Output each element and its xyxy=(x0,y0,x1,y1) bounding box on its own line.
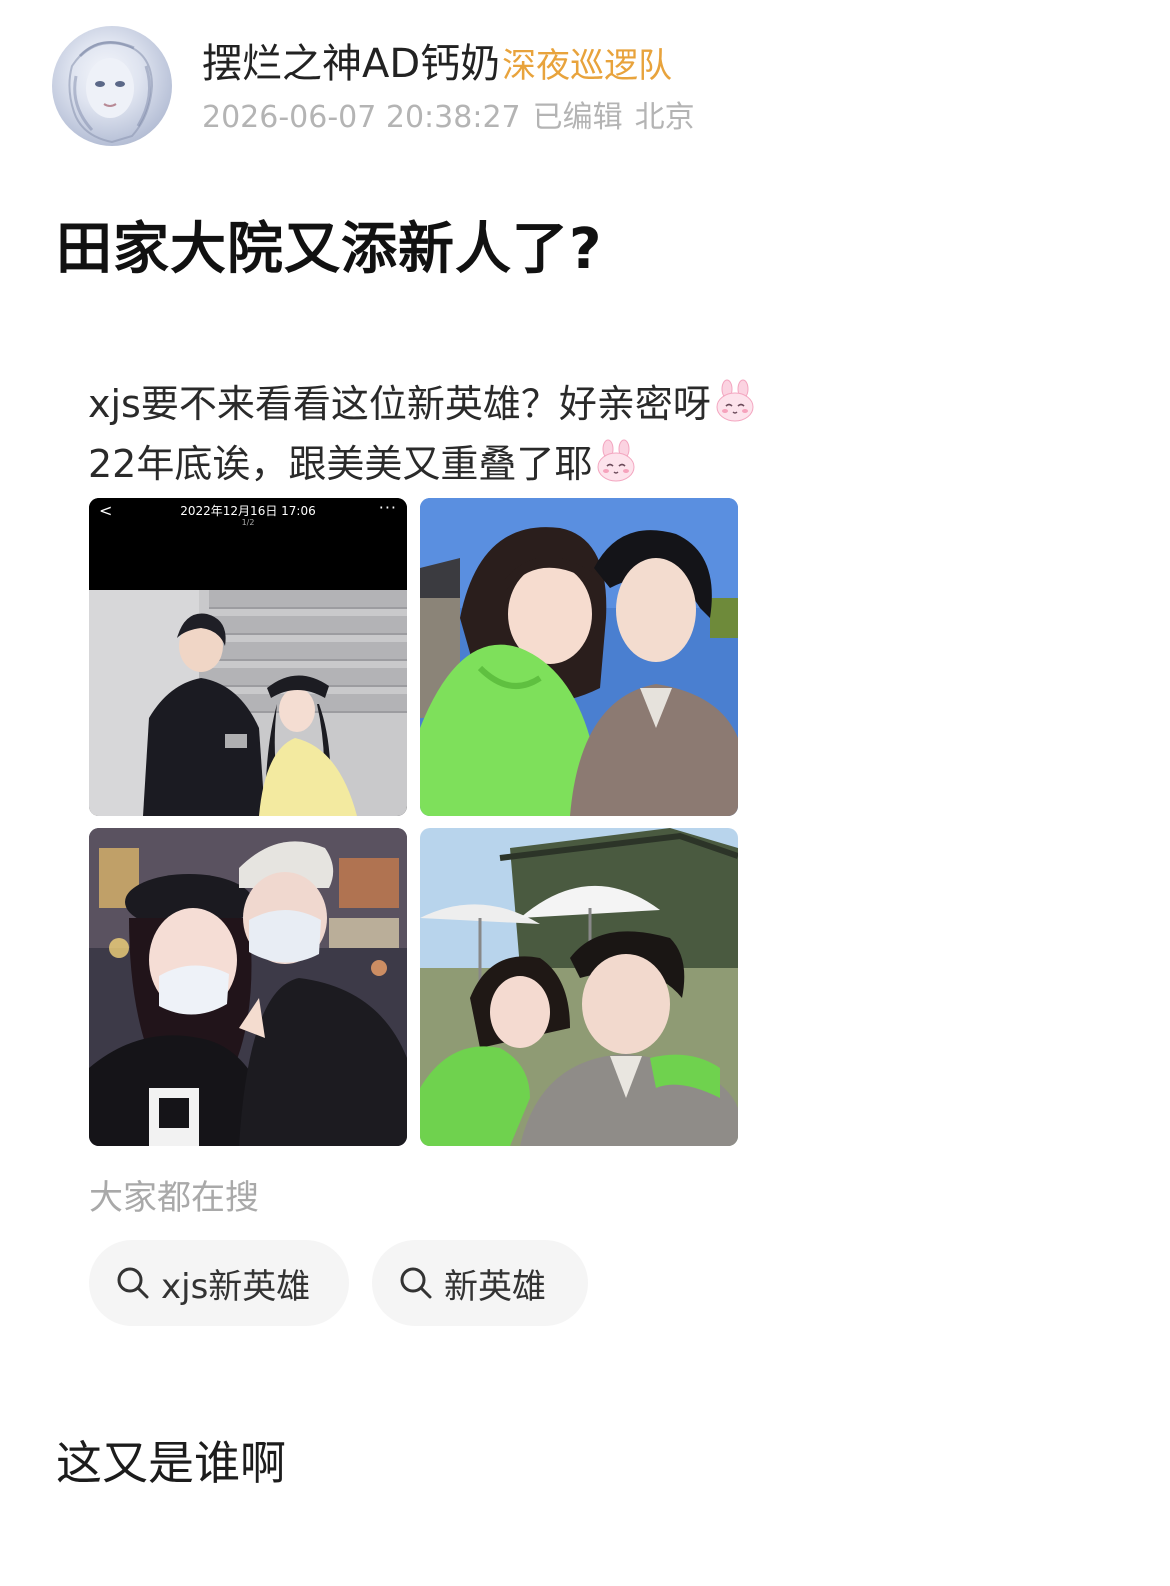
post-image-2[interactable] xyxy=(420,498,738,816)
post-body-text-2: 22年底诶，跟美美又重叠了耶 xyxy=(88,442,593,486)
bunny-emoji-icon xyxy=(597,439,635,482)
post-title: 田家大院又添新人了? xyxy=(56,217,603,282)
post-image-3[interactable] xyxy=(89,828,407,1146)
search-chip-new-hero[interactable]: 新英雄 xyxy=(372,1240,588,1326)
post-image-1[interactable]: < 2022年12月16日 17:06 ··· 1/2 xyxy=(89,498,407,816)
outdoor-selfie-photo xyxy=(420,828,738,1146)
post-datetime: 2026-06-07 20:38:27 xyxy=(202,100,521,135)
avatar-illustration xyxy=(68,41,154,144)
post-footer-text: 这又是谁啊 xyxy=(56,1436,286,1490)
screenshot-page: 1/2 xyxy=(241,518,255,527)
post-body-line-1: xjs要不来看看这位新英雄？好亲密呀 xyxy=(88,376,757,432)
stairs-photo xyxy=(89,498,407,816)
post-meta: 2026-06-07 20:38:27 已编辑 北京 xyxy=(202,96,707,140)
post-header: 摆烂之神AD钙奶深夜巡逻队 2026-06-07 20:38:27 已编辑 北京 xyxy=(52,26,1132,156)
edited-label: 已编辑 xyxy=(532,100,623,135)
selfie-photo xyxy=(420,498,738,816)
screenshot-time: 2022年12月16日 17:06 xyxy=(180,504,316,518)
search-chip-xjs-new-hero[interactable]: xjs新英雄 xyxy=(89,1240,349,1326)
search-icon xyxy=(400,1267,432,1299)
author-line: 摆烂之神AD钙奶深夜巡逻队 xyxy=(202,34,672,94)
post-body-line-2: 22年底诶，跟美美又重叠了耶 xyxy=(88,436,638,492)
author-name[interactable]: 摆烂之神AD钙奶 xyxy=(202,41,500,87)
post-location: 北京 xyxy=(634,100,695,135)
night-market-photo xyxy=(89,828,407,1146)
search-suggestions-label: 大家都在搜 xyxy=(89,1178,259,1218)
search-chip-label: xjs新英雄 xyxy=(161,1266,311,1307)
search-chip-label: 新英雄 xyxy=(444,1266,546,1307)
avatar[interactable] xyxy=(52,26,172,146)
search-icon xyxy=(117,1267,149,1299)
post-body-text-1: xjs要不来看看这位新英雄？好亲密呀 xyxy=(88,382,711,426)
bunny-emoji-icon xyxy=(716,379,754,422)
author-tag[interactable]: 深夜巡逻队 xyxy=(502,46,672,86)
post-image-4[interactable] xyxy=(420,828,738,1146)
